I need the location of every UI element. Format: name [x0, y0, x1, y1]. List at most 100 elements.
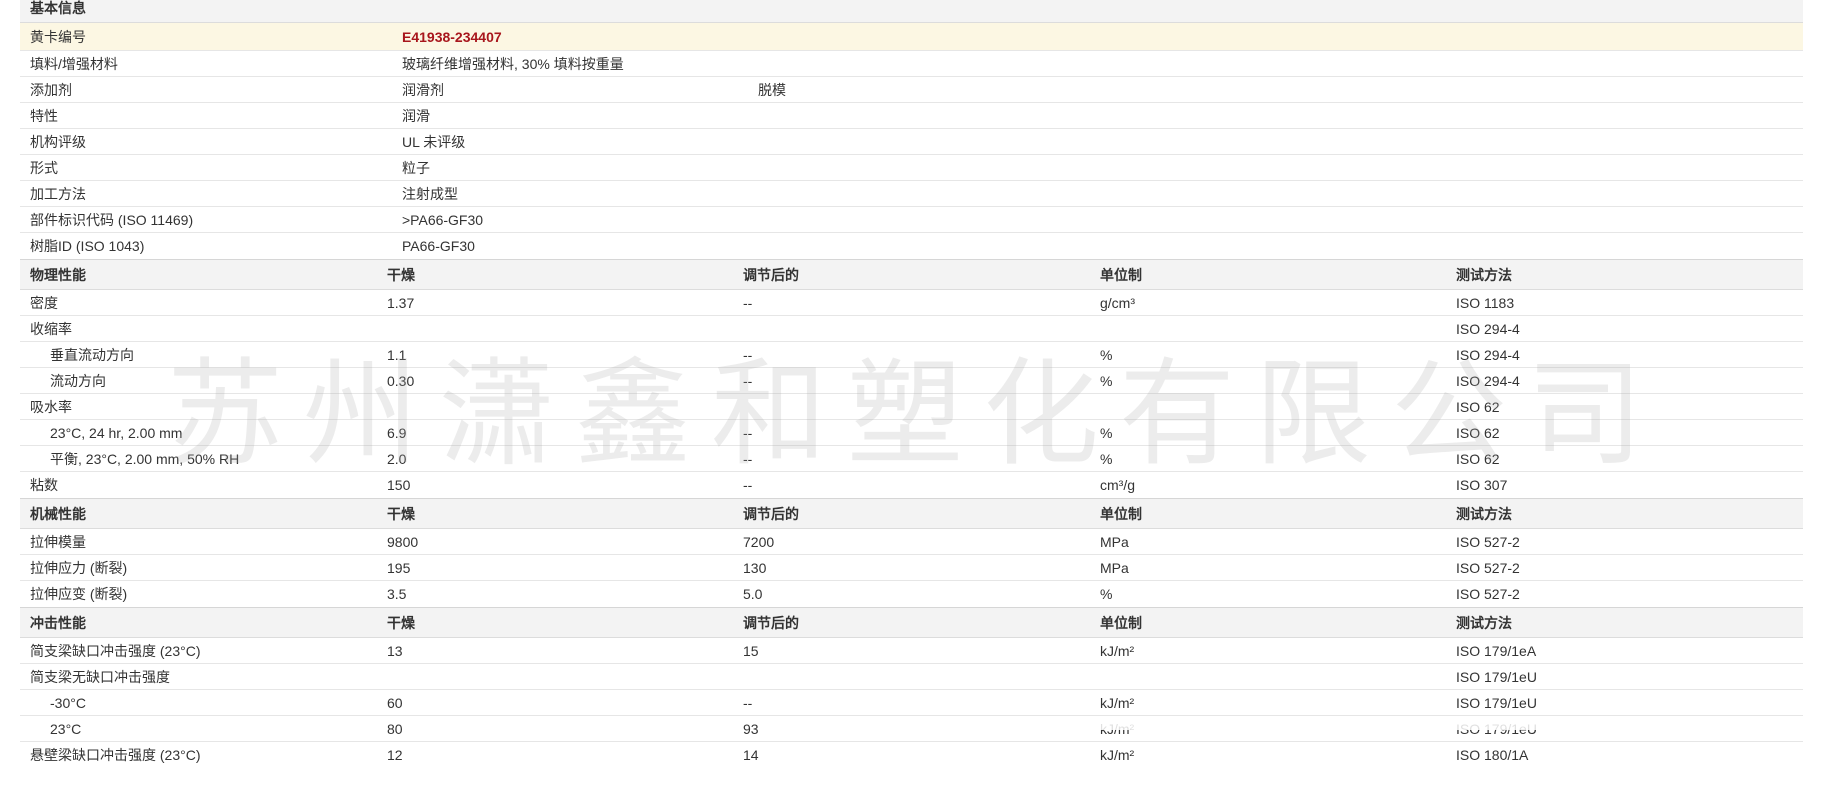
test-method: ISO 294-4: [1456, 373, 1520, 389]
col-dry: 干燥: [387, 506, 415, 522]
mechanical-header: 机械性能 干燥 调节后的 单位制 测试方法: [20, 498, 1803, 529]
test-method: ISO 527-2: [1456, 586, 1520, 602]
property-name: 收缩率: [30, 321, 72, 337]
table-row: 拉伸模量 9800 7200 MPa ISO 527-2: [20, 529, 1803, 555]
basic-value: 粒子: [402, 160, 430, 176]
test-method: ISO 527-2: [1456, 560, 1520, 576]
basic-label: 特性: [30, 108, 58, 124]
test-method: ISO 527-2: [1456, 534, 1520, 550]
dry-value: 60: [387, 695, 403, 711]
basic-value: >PA66-GF30: [402, 212, 484, 228]
basic-value: 注射成型: [402, 186, 458, 202]
property-name: 粘数: [30, 477, 58, 493]
conditioned-value: 14: [743, 747, 759, 763]
col-dry: 干燥: [387, 615, 415, 631]
test-method: ISO 62: [1456, 451, 1500, 467]
unit: %: [1100, 586, 1113, 602]
table-row: 流动方向 0.30 -- % ISO 294-4: [20, 368, 1803, 394]
unit: %: [1100, 347, 1113, 363]
conditioned-value: --: [743, 451, 753, 467]
basic-row-processing: 加工方法 注射成型: [20, 181, 1803, 207]
table-row: 拉伸应力 (断裂) 195 130 MPa ISO 527-2: [20, 555, 1803, 581]
conditioned-value: 7200: [743, 534, 775, 550]
basic-row-form: 形式 粒子: [20, 155, 1803, 181]
dry-value: 6.9: [387, 425, 407, 441]
basic-label: 部件标识代码 (ISO 11469): [30, 212, 194, 228]
physical-header: 物理性能 干燥 调节后的 单位制 测试方法: [20, 259, 1803, 290]
basic-label: 树脂ID (ISO 1043): [30, 238, 145, 254]
dry-value: 150: [387, 477, 411, 493]
unit: g/cm³: [1100, 295, 1135, 311]
col-method: 测试方法: [1456, 267, 1512, 283]
dry-value: 80: [387, 721, 403, 737]
unit: %: [1100, 451, 1113, 467]
table-row: 平衡, 23°C, 2.00 mm, 50% RH 2.0 -- % ISO 6…: [20, 446, 1803, 472]
watermark-strip: [920, 720, 1780, 730]
basic-row-additive: 添加剂 润滑剂 脱模: [20, 77, 1803, 103]
dry-value: 12: [387, 747, 403, 763]
property-name: 垂直流动方向: [50, 347, 134, 363]
property-name: 拉伸应变 (断裂): [30, 586, 128, 602]
conditioned-value: --: [743, 425, 753, 441]
test-method: ISO 179/1eA: [1456, 643, 1537, 659]
col-method: 测试方法: [1456, 615, 1512, 631]
basic-info-title: 基本信息: [30, 0, 86, 16]
table-row: -30°C 60 -- kJ/m² ISO 179/1eU: [20, 690, 1803, 716]
conditioned-value: --: [743, 477, 753, 493]
yellow-card-code: E41938-234407: [402, 29, 502, 45]
test-method: ISO 1183: [1456, 295, 1515, 311]
section-title: 冲击性能: [30, 615, 86, 631]
dry-value: 3.5: [387, 586, 407, 602]
conditioned-value: --: [743, 295, 753, 311]
table-row: 简支梁缺口冲击强度 (23°C) 13 15 kJ/m² ISO 179/1eA: [20, 638, 1803, 664]
unit: kJ/m²: [1100, 643, 1135, 659]
conditioned-value: 5.0: [743, 586, 763, 602]
unit: %: [1100, 425, 1113, 441]
test-method: ISO 179/1eU: [1456, 669, 1537, 685]
test-method: ISO 180/1A: [1456, 747, 1529, 763]
basic-row-agency-rating: 机构评级 UL 未评级: [20, 129, 1803, 155]
dry-value: 13: [387, 643, 403, 659]
property-name: 吸水率: [30, 399, 72, 415]
basic-label: 填料/增强材料: [30, 56, 118, 72]
dry-value: 2.0: [387, 451, 407, 467]
unit: MPa: [1100, 560, 1129, 576]
basic-label: 黄卡编号: [30, 29, 86, 45]
impact-header: 冲击性能 干燥 调节后的 单位制 测试方法: [20, 607, 1803, 638]
basic-label: 形式: [30, 160, 58, 176]
basic-value: UL 未评级: [402, 134, 466, 150]
test-method: ISO 62: [1456, 425, 1500, 441]
col-conditioned: 调节后的: [743, 615, 799, 631]
unit: cm³/g: [1100, 477, 1135, 493]
datasheet: 基本信息 黄卡编号 E41938-234407 填料/增强材料 玻璃纤维增强材料…: [20, 0, 1803, 768]
test-method: ISO 307: [1456, 477, 1508, 493]
conditioned-value: 93: [743, 721, 759, 737]
dry-value: 1.37: [387, 295, 415, 311]
dry-value: 1.1: [387, 347, 407, 363]
unit: MPa: [1100, 534, 1129, 550]
basic-value: 润滑: [402, 108, 430, 124]
dry-value: 195: [387, 560, 411, 576]
property-name: -30°C: [50, 695, 86, 711]
conditioned-value: --: [743, 695, 753, 711]
unit: %: [1100, 373, 1113, 389]
basic-value: 润滑剂: [402, 82, 444, 98]
test-method: ISO 62: [1456, 399, 1500, 415]
basic-row-yellow-card: 黄卡编号 E41938-234407: [20, 23, 1803, 51]
property-name: 拉伸模量: [30, 534, 86, 550]
col-conditioned: 调节后的: [743, 506, 799, 522]
col-unit: 单位制: [1100, 506, 1142, 522]
basic-row-part-marking: 部件标识代码 (ISO 11469) >PA66-GF30: [20, 207, 1803, 233]
section-title: 机械性能: [30, 506, 86, 522]
test-method: ISO 294-4: [1456, 321, 1520, 337]
table-row: 垂直流动方向 1.1 -- % ISO 294-4: [20, 342, 1803, 368]
col-unit: 单位制: [1100, 267, 1142, 283]
basic-value: PA66-GF30: [402, 238, 475, 254]
test-method: ISO 294-4: [1456, 347, 1520, 363]
basic-value-2: 脱模: [758, 82, 786, 98]
basic-row-feature: 特性 润滑: [20, 103, 1803, 129]
property-name: 密度: [30, 295, 58, 311]
basic-value: 玻璃纤维增强材料, 30% 填料按重量: [402, 56, 624, 72]
table-row: 粘数 150 -- cm³/g ISO 307: [20, 472, 1803, 498]
col-conditioned: 调节后的: [743, 267, 799, 283]
